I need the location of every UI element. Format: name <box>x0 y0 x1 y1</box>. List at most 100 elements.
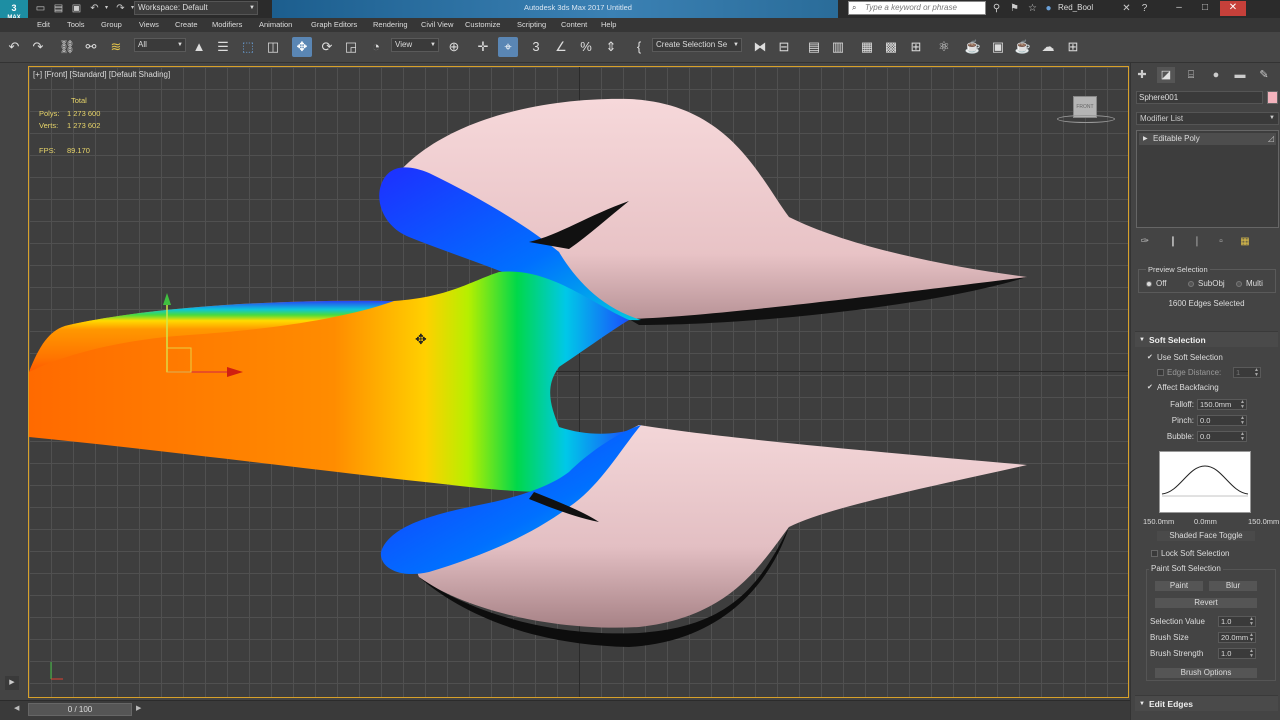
scene-explorer-icon[interactable]: ▤ <box>804 37 824 57</box>
hierarchy-tab-icon[interactable]: ⌸ <box>1182 67 1200 83</box>
pin-stack-icon[interactable]: ✑ <box>1138 235 1152 249</box>
front-viewport[interactable]: [+] [Front] [Standard] [Default Shading]… <box>28 66 1129 698</box>
spinner-field[interactable]: 1 ▲ ▼ <box>1233 367 1261 378</box>
motion-tab-icon[interactable]: ● <box>1207 67 1225 83</box>
stack-item-editable-poly[interactable]: ▶ Editable Poly ◿ <box>1139 133 1276 145</box>
spinner-arrows-icon[interactable]: ▲ ▼ <box>1249 617 1254 627</box>
create-tab-icon[interactable]: ✚ <box>1133 67 1151 83</box>
render-in-cloud-icon[interactable]: ☁ <box>1038 37 1058 57</box>
angle-snap-icon[interactable]: ∠ <box>551 37 571 57</box>
percent-snap-icon[interactable]: % <box>576 37 596 57</box>
spinner-field[interactable]: 1.0 ▲ ▼ <box>1218 648 1256 659</box>
expand-arrow-icon[interactable]: ▶ <box>1143 133 1148 145</box>
falloff-spinner[interactable]: Falloff: 150.0mm ▲ ▼ <box>1134 399 1247 410</box>
mesh-object[interactable] <box>29 67 1128 697</box>
snaps-toggle-icon[interactable]: 3 <box>526 37 546 57</box>
rendered-frame-window-icon[interactable]: ▣ <box>988 37 1008 57</box>
select-and-place-icon[interactable]: ◔ <box>366 37 386 57</box>
brush-strength-spinner[interactable]: Brush Strength 1.0 ▲ ▼ <box>1134 648 1256 659</box>
select-and-link-icon[interactable]: ⛓ <box>57 37 77 57</box>
undo-icon[interactable]: ↶ <box>4 37 24 57</box>
object-name-field[interactable]: Sphere001 <box>1136 91 1263 104</box>
bubble-spinner[interactable]: Bubble: 0.0 ▲ ▼ <box>1134 431 1247 442</box>
viewcube-compass[interactable] <box>1057 115 1115 123</box>
spinner-field[interactable]: 0.0 ▲ ▼ <box>1197 415 1247 426</box>
spinner-arrows-icon[interactable]: ▲ ▼ <box>1249 633 1254 643</box>
close-button[interactable]: ✕ <box>1220 1 1246 16</box>
time-next-icon[interactable]: ▶ <box>136 704 141 712</box>
spinner-field[interactable]: 1.0 ▲ ▼ <box>1218 616 1256 627</box>
menu-graph-editors[interactable]: Graph Editors <box>311 20 357 30</box>
select-manipulate-icon[interactable]: ✛ <box>473 37 493 57</box>
menu-create[interactable]: Create <box>175 20 198 30</box>
display-tab-icon[interactable]: ▬ <box>1231 67 1249 83</box>
user-icon[interactable]: ● <box>1042 2 1055 15</box>
mirror-icon[interactable]: ⧓ <box>750 37 770 57</box>
edge-distance-spinner[interactable]: 1 ▲ ▼ <box>1230 367 1261 378</box>
configure-modifier-sets-icon[interactable]: ▦ <box>1238 235 1252 249</box>
bind-to-space-warp-icon[interactable]: ≋ <box>106 37 126 57</box>
remove-modifier-icon[interactable]: ▫ <box>1214 235 1228 249</box>
user-name[interactable]: Red_Bool <box>1058 2 1093 14</box>
select-and-scale-icon[interactable]: ◲ <box>341 37 361 57</box>
render-setup-icon[interactable]: ☕ <box>963 37 983 57</box>
viewport-label[interactable]: [+] [Front] [Standard] [Default Shading] <box>33 70 170 80</box>
rectangular-selection-icon[interactable]: ⬚ <box>238 37 258 57</box>
time-prev-icon[interactable]: ◀ <box>14 704 19 712</box>
search-input[interactable]: ⌕ Type a keyword or phrase <box>848 1 986 15</box>
spinner-arrows-icon[interactable]: ▲ ▼ <box>1240 432 1245 442</box>
preview-subobj-radio[interactable]: SubObj <box>1188 279 1225 289</box>
menu-group[interactable]: Group <box>101 20 122 30</box>
binoculars-icon[interactable]: ⚲ <box>990 2 1003 15</box>
menu-civil-view[interactable]: Civil View <box>421 20 453 30</box>
toolbar-more-icon[interactable]: ⊞ <box>1063 37 1083 57</box>
keyboard-shortcut-override-icon[interactable]: ⌖ <box>498 37 518 57</box>
named-selection-dropdown[interactable]: Create Selection Se ▼ <box>652 38 742 52</box>
schematic-view-icon[interactable]: ⊞ <box>906 37 926 57</box>
align-icon[interactable]: ⊟ <box>774 37 794 57</box>
curve-editor-icon[interactable]: ▩ <box>881 37 901 57</box>
spinner-field[interactable]: 20.0mm ▲ ▼ <box>1218 632 1256 643</box>
menu-edit[interactable]: Edit <box>37 20 50 30</box>
layer-explorer-icon[interactable]: ▥ <box>828 37 848 57</box>
modify-tab-icon[interactable]: ◪ <box>1157 67 1175 83</box>
menu-views[interactable]: Views <box>139 20 159 30</box>
make-unique-icon[interactable]: ❘ <box>1190 235 1204 249</box>
open-file-icon[interactable]: ▤ <box>52 2 65 15</box>
window-crossing-icon[interactable]: ◫ <box>263 37 283 57</box>
soft-selection-rollout[interactable]: ▼ Soft Selection <box>1135 331 1278 347</box>
expand-arrow-icon[interactable]: ▶ <box>5 676 19 690</box>
spinner-arrows-icon[interactable]: ▲ ▼ <box>1240 416 1245 426</box>
menu-content[interactable]: Content <box>561 20 587 30</box>
communication-center-icon[interactable]: ⚑ <box>1008 2 1021 15</box>
spinner-arrows-icon[interactable]: ▲ ▼ <box>1240 400 1245 410</box>
spinner-arrows-icon[interactable]: ▲ ▼ <box>1254 368 1259 378</box>
minimize-button[interactable]: – <box>1168 1 1190 16</box>
workspace-dropdown[interactable]: Workspace: Default ▼ <box>134 1 258 15</box>
render-production-icon[interactable]: ☕ <box>1013 37 1033 57</box>
unlink-selection-icon[interactable]: ⚯ <box>81 37 101 57</box>
preview-multi-radio[interactable]: Multi <box>1236 279 1263 289</box>
select-object-icon[interactable]: ▲ <box>189 37 209 57</box>
edit-edges-rollout[interactable]: ▼ Edit Edges <box>1135 695 1278 711</box>
time-slider[interactable]: 0 / 100 <box>28 703 132 716</box>
new-scene-icon[interactable]: ▭ <box>34 2 47 15</box>
spinner-snap-icon[interactable]: ⇕ <box>601 37 621 57</box>
select-and-rotate-icon[interactable]: ⟳ <box>317 37 337 57</box>
undo-dropdown-icon[interactable]: ▾ <box>100 2 113 15</box>
material-editor-icon[interactable]: ⚛ <box>934 37 954 57</box>
spinner-arrows-icon[interactable]: ▲ ▼ <box>1249 649 1254 659</box>
redo-icon[interactable]: ↷ <box>28 37 48 57</box>
menu-customize[interactable]: Customize <box>465 20 500 30</box>
menu-help[interactable]: Help <box>601 20 616 30</box>
maximize-button[interactable]: □ <box>1194 1 1216 16</box>
selection-filter-dropdown[interactable]: All ▼ <box>134 38 186 52</box>
lock-soft-selection-checkbox[interactable]: Lock Soft Selection <box>1151 549 1229 559</box>
favorites-star-icon[interactable]: ☆ <box>1026 2 1039 15</box>
revert-button[interactable]: Revert <box>1154 597 1258 609</box>
blur-button[interactable]: Blur <box>1208 580 1258 592</box>
reference-coordinate-dropdown[interactable]: View ▼ <box>391 38 439 52</box>
pinch-spinner[interactable]: Pinch: 0.0 ▲ ▼ <box>1134 415 1247 426</box>
paint-button[interactable]: Paint <box>1154 580 1204 592</box>
affect-backfacing-checkbox[interactable]: ✔ Affect Backfacing <box>1147 383 1219 393</box>
